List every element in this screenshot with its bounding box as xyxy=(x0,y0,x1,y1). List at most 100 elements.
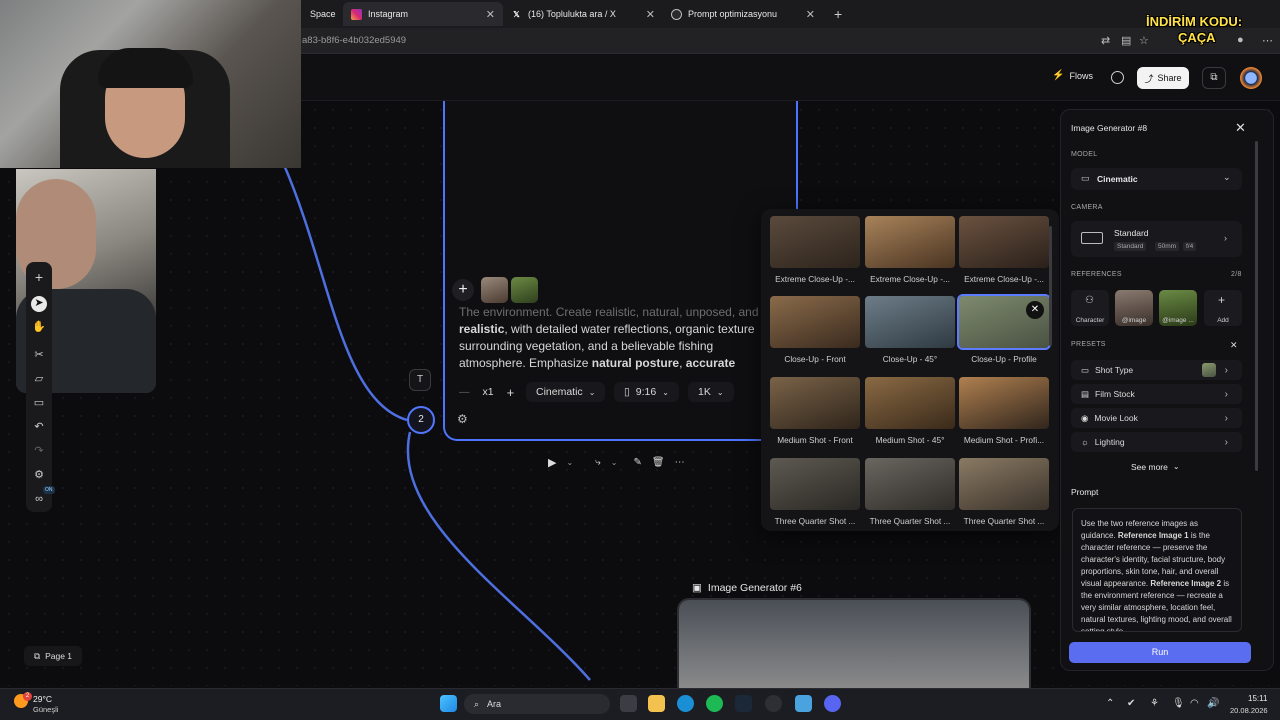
close-panel-icon[interactable]: ✕ xyxy=(1235,120,1246,136)
network-icon[interactable]: ⚘ xyxy=(1150,698,1159,709)
style-select[interactable]: Cinematic ⌄ xyxy=(526,382,606,402)
shot-type-option[interactable]: Extreme Close-Up -... xyxy=(770,216,860,284)
shot-type-option[interactable]: Extreme Close-Up -... xyxy=(865,216,955,284)
shot-type-option[interactable]: Three Quarter Shot ... xyxy=(959,458,1049,526)
run-button[interactable]: Run xyxy=(1069,642,1251,663)
prompt-textarea[interactable]: Use the two reference images as guidance… xyxy=(1072,508,1242,632)
count-stepper[interactable]: — x1 + xyxy=(459,382,514,402)
camera-tag: 50mm xyxy=(1155,242,1180,251)
webcam-overlay-main xyxy=(0,0,301,168)
shot-type-option[interactable]: Three Quarter Shot ... xyxy=(865,458,955,526)
ref-slot-label: Add xyxy=(1217,317,1229,324)
connect-icon[interactable]: ⤷ xyxy=(595,457,601,468)
chevron-up-icon[interactable]: ⌃ xyxy=(1106,698,1114,709)
presets-label: PRESETS xyxy=(1071,341,1106,348)
discord-icon[interactable] xyxy=(824,695,841,712)
chevron-down-icon[interactable]: ⌄ xyxy=(611,458,618,467)
text-node-icon[interactable]: T xyxy=(409,369,431,391)
edit-icon[interactable]: ✎ xyxy=(633,457,641,468)
shot-type-thumbnail xyxy=(959,216,1049,268)
weather-alert-badge: 2 xyxy=(23,692,32,701)
model-label: MODEL xyxy=(1071,151,1098,158)
spotify-icon[interactable] xyxy=(706,695,723,712)
node-title: ▣ Image Generator #6 xyxy=(692,582,802,594)
file-explorer-icon[interactable] xyxy=(648,695,665,712)
shot-type-option[interactable]: Three Quarter Shot ... xyxy=(770,458,860,526)
wifi-icon[interactable]: ◠ xyxy=(1190,698,1199,709)
page-selector[interactable]: ⧉ Page 1 xyxy=(24,646,83,666)
model-select[interactable]: ▭ Cinematic ⌄ xyxy=(1071,168,1242,190)
hand-icon[interactable]: ✋ xyxy=(32,320,46,334)
shot-type-option[interactable]: Medium Shot - Profi... xyxy=(959,377,1049,445)
infinity-icon[interactable]: ∞ xyxy=(32,492,46,506)
minus-icon[interactable]: — xyxy=(459,386,470,398)
comment-icon[interactable]: ▭ xyxy=(32,396,46,410)
node-toolbar: ▶ ⌄ ⤷ ⌄ ✎ 🗑 ⋯ xyxy=(548,452,685,472)
steam-icon[interactable] xyxy=(735,695,752,712)
redo-icon[interactable]: ↷ xyxy=(32,444,46,458)
panel-title: Image Generator #8 xyxy=(1071,123,1148,133)
ratio-select[interactable]: ▯ 9:16 ⌄ xyxy=(614,382,679,402)
clock-time[interactable]: 15:11 xyxy=(1248,694,1267,703)
shot-type-option[interactable]: Medium Shot - 45° xyxy=(865,377,955,445)
node-settings-icon[interactable]: ⚙ xyxy=(457,412,468,426)
panel-scrollbar[interactable] xyxy=(1255,141,1258,471)
add-node-icon[interactable]: + xyxy=(32,270,46,284)
reference-thumb-character[interactable] xyxy=(481,277,508,303)
notepad-icon[interactable] xyxy=(795,695,812,712)
popover-scrollbar[interactable] xyxy=(1049,226,1052,346)
preset-label: Film Stock xyxy=(1095,389,1135,399)
scissors-icon[interactable]: ✂ xyxy=(32,348,46,362)
note-icon[interactable]: ▱ xyxy=(32,372,46,386)
check-icon[interactable]: ✔ xyxy=(1127,698,1135,709)
camera-select[interactable]: Standard Standard 50mm f/4 › xyxy=(1071,221,1242,257)
shot-type-label: Close-Up - Front xyxy=(784,354,846,364)
play-icon[interactable]: ▶ xyxy=(548,456,556,469)
clear-presets-icon[interactable]: ✕ xyxy=(1230,340,1238,351)
node-number-badge[interactable]: 2 xyxy=(407,406,435,434)
shot-type-option[interactable]: Close-Up - 45° xyxy=(865,296,955,364)
shot-type-option[interactable]: Medium Shot - Front xyxy=(770,377,860,445)
chevron-down-icon[interactable]: ⌄ xyxy=(566,458,573,467)
preset-film-stock[interactable]: ▤ Film Stock › xyxy=(1071,384,1242,404)
edge-icon[interactable] xyxy=(677,695,694,712)
see-more-button[interactable]: See more ⌄ xyxy=(1131,462,1180,472)
shot-type-option[interactable]: Extreme Close-Up -... xyxy=(959,216,1049,284)
clock-date[interactable]: 20.08.2026 xyxy=(1230,706,1268,715)
camera-tag: f/4 xyxy=(1183,242,1197,251)
ref-slot-character[interactable]: ⚇ Character xyxy=(1071,290,1109,326)
app-icon[interactable] xyxy=(765,695,782,712)
ref-slot-image-2[interactable]: @image ... xyxy=(1159,290,1197,326)
image-generator-node-6[interactable] xyxy=(677,598,1031,688)
preset-shot-type[interactable]: ▭ Shot Type › xyxy=(1071,360,1242,380)
preset-lighting[interactable]: ☼ Lighting › xyxy=(1071,432,1242,452)
task-view-icon[interactable] xyxy=(620,695,637,712)
camera-value: Standard xyxy=(1114,228,1149,238)
model-value: Cinematic xyxy=(1097,174,1138,184)
chevron-right-icon: › xyxy=(1224,233,1227,243)
volume-icon[interactable]: 🔊 xyxy=(1207,698,1219,709)
resolution-select[interactable]: 1K ⌄ xyxy=(688,382,734,402)
weather-temperature: 29°C xyxy=(33,694,52,704)
folder-icon: ▭ xyxy=(1081,173,1090,183)
pointer-icon[interactable]: ➤ xyxy=(31,296,47,312)
preset-movie-look[interactable]: ◉ Movie Look › xyxy=(1071,408,1242,428)
settings-icon[interactable]: ⚙ xyxy=(32,468,46,482)
microphone-icon[interactable]: 🎙 xyxy=(1172,698,1185,709)
shot-type-option[interactable]: Close-Up - Front xyxy=(770,296,860,364)
ref-slot-add[interactable]: + Add xyxy=(1204,290,1242,326)
node-prompt-text[interactable]: The environment. Create realistic, natur… xyxy=(459,304,779,372)
add-reference-button[interactable]: + xyxy=(452,279,474,301)
plus-icon[interactable]: + xyxy=(507,385,515,400)
shot-type-label: Medium Shot - Profi... xyxy=(963,435,1045,445)
reference-thumb-environment[interactable] xyxy=(511,277,538,303)
taskbar-search[interactable]: ⌕ Ara xyxy=(464,694,610,714)
delete-icon[interactable]: 🗑 xyxy=(652,457,665,468)
close-icon[interactable]: ✕ xyxy=(1026,301,1044,319)
ref-slot-image-1[interactable]: @image xyxy=(1115,290,1153,326)
person-icon: ⚇ xyxy=(1085,295,1094,306)
windows-taskbar xyxy=(0,688,1280,720)
undo-icon[interactable]: ↶ xyxy=(32,420,46,434)
more-icon[interactable]: ⋯ xyxy=(675,457,685,468)
windows-start-icon[interactable] xyxy=(440,695,457,712)
